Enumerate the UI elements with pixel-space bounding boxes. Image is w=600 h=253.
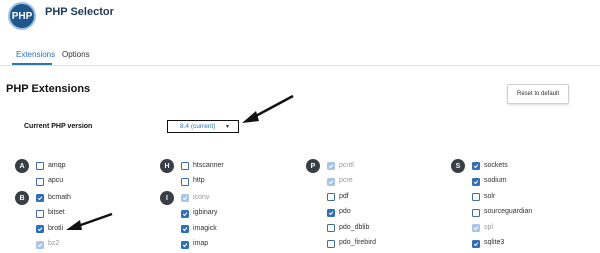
arrow-to-brotli-icon [66, 212, 113, 230]
checkbox-pdo[interactable] [327, 208, 335, 217]
check-icon [473, 226, 479, 231]
checkbox-apcu[interactable] [36, 177, 44, 186]
check-icon [182, 227, 188, 232]
extension-label-bcmath: bcmath [48, 193, 71, 201]
extension-label-spl: spl [484, 223, 493, 231]
arrow-to-version-icon [242, 94, 294, 123]
tab-extensions[interactable]: Extensions [16, 50, 55, 59]
extension-label-pcre: pcre [339, 177, 353, 184]
checkbox-bitset[interactable] [36, 209, 44, 218]
checkbox-pdo_dblib[interactable] [327, 224, 335, 232]
checkbox-pcre [327, 177, 335, 186]
extension-label-http: http [193, 177, 205, 184]
check-icon [473, 164, 479, 169]
checkbox-pdo_firebird[interactable] [327, 239, 335, 248]
checkbox-sockets[interactable] [472, 162, 480, 170]
section-title: PHP Extensions [6, 83, 91, 95]
checkbox-pdf[interactable] [327, 193, 335, 201]
check-icon [328, 179, 334, 184]
checkbox-sourceguardian[interactable] [472, 208, 480, 217]
reset-to-default-button[interactable]: Reset to default [507, 84, 569, 104]
extension-label-imagick: imagick [193, 224, 217, 232]
group-badge-h: H [160, 159, 174, 173]
app-title: PHP Selector [45, 6, 114, 18]
extension-label-pdf: pdf [339, 192, 349, 200]
extension-label-igbinary: igbinary [193, 209, 218, 216]
tab-options[interactable]: Options [62, 50, 90, 59]
group-badge-i: I [160, 191, 174, 205]
checkbox-igbinary[interactable] [181, 209, 189, 218]
chevron-down-icon: ▾ [226, 124, 230, 130]
group-badge-p: P [306, 159, 320, 173]
checkbox-bcmath[interactable] [36, 194, 44, 202]
checkbox-imap[interactable] [181, 240, 189, 249]
extension-label-sockets: sockets [484, 161, 508, 169]
checkbox-imagick[interactable] [181, 225, 189, 233]
checkbox-sodium[interactable] [472, 177, 480, 186]
check-icon [473, 179, 479, 184]
extension-label-amqp: amqp [48, 161, 66, 169]
checkbox-iconv [181, 194, 189, 202]
extension-label-pdo_firebird: pdo_firebird [339, 239, 376, 246]
check-icon [182, 242, 188, 247]
check-icon [328, 164, 334, 169]
extension-label-sourceguardian: sourceguardian [484, 208, 533, 215]
extension-label-iconv: iconv [193, 193, 210, 201]
tabs-divider [0, 65, 600, 66]
extension-label-pdo_dblib: pdo_dblib [339, 223, 370, 231]
check-icon [37, 242, 43, 247]
checkbox-spl [472, 224, 480, 232]
extension-label-apcu: apcu [48, 177, 64, 184]
checkbox-htscanner[interactable] [181, 162, 189, 170]
checkbox-brotli[interactable] [36, 225, 44, 233]
php-version-label: Current PHP version [24, 123, 93, 130]
extension-label-sqlite3: sqlite3 [484, 239, 505, 246]
extension-label-brotli: brotli [48, 224, 64, 232]
extension-label-htscanner: htscanner [193, 161, 224, 169]
extension-label-bitset: bitset [48, 209, 65, 216]
group-badge-s: S [451, 159, 465, 173]
checkbox-amqp[interactable] [36, 162, 44, 170]
check-icon [328, 210, 334, 215]
php-logo: PHP [8, 2, 36, 30]
checkbox-solr[interactable] [472, 193, 480, 201]
extension-label-sodium: sodium [484, 177, 507, 184]
check-icon [473, 241, 479, 246]
php-version-value: 8.4 (current) [180, 123, 216, 130]
extension-label-pdo: pdo [339, 208, 351, 215]
check-icon [37, 227, 43, 232]
check-icon [182, 211, 188, 216]
group-badge-b: B [15, 191, 29, 205]
check-icon [182, 196, 188, 201]
checkbox-sqlite3[interactable] [472, 239, 480, 248]
extension-label-bz2: bz2 [48, 240, 60, 247]
group-badge-a: A [15, 159, 29, 173]
check-icon [37, 196, 43, 201]
extension-label-pcntl: pcntl [339, 161, 354, 169]
checkbox-http[interactable] [181, 177, 189, 186]
checkbox-pcntl [327, 162, 335, 170]
extension-label-imap: imap [193, 240, 209, 247]
checkbox-bz2 [36, 240, 44, 249]
extension-label-solr: solr [484, 192, 496, 200]
